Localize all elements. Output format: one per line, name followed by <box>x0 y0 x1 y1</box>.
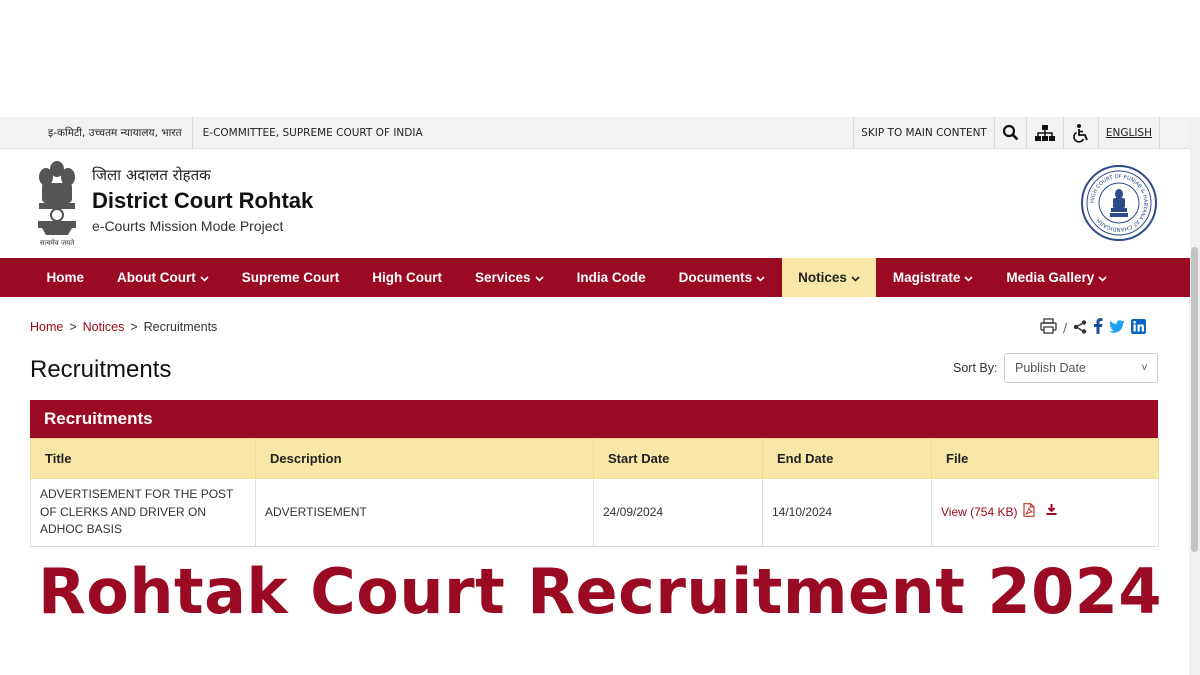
share-icon[interactable] <box>1073 319 1087 338</box>
twitter-icon[interactable] <box>1109 319 1125 338</box>
sitemap-icon[interactable] <box>1027 117 1063 148</box>
column-header-description: Description <box>255 438 594 479</box>
emblem-motto: सत्यमेव जयते <box>40 238 75 247</box>
nav-item-label: About Court <box>117 270 196 285</box>
share-separator: / <box>1063 321 1068 335</box>
linkedin-icon[interactable] <box>1131 318 1147 338</box>
ecommittee-hindi-link[interactable]: इ-कमिटी, उच्चतम न्यायालय, भारत <box>38 117 192 148</box>
nav-item-supreme-court[interactable]: Supreme Court <box>225 258 356 297</box>
nav-item-label: Supreme Court <box>241 270 340 285</box>
share-toolbar: / <box>1040 318 1147 338</box>
page-title: Recruitments <box>30 356 172 383</box>
view-file-link[interactable]: View (754 KB) <box>941 502 1036 522</box>
recruitments-panel-title: Recruitments <box>30 400 1158 438</box>
accessibility-icon[interactable] <box>1064 117 1098 148</box>
nav-item-label: Magistrate <box>892 270 961 285</box>
cell-description: ADVERTISEMENT <box>255 478 594 547</box>
pdf-icon <box>1023 502 1036 522</box>
site-title-hindi: जिला अदालत रोहतक <box>92 166 211 184</box>
nav-item-high-court[interactable]: High Court <box>356 258 459 297</box>
nav-item-media-gallery[interactable]: Media Gallery <box>990 258 1124 297</box>
scrollbar-thumb[interactable] <box>1191 247 1198 552</box>
site-title: District Court Rohtak <box>92 188 314 213</box>
chevron-down-icon: v <box>1142 362 1147 373</box>
column-header-end-date: End Date <box>762 438 932 479</box>
chevron-down-icon <box>851 270 860 285</box>
recruitments-panel: Recruitments Title Description Start Dat… <box>30 400 1159 547</box>
top-utility-bar: इ-कमिटी, उच्चतम न्यायालय, भारत E-COMMITT… <box>0 117 1200 149</box>
table-row: ADVERTISEMENT FOR THE POST OF CLERKS AND… <box>30 478 1159 547</box>
breadcrumb: Home > Notices > Recruitments <box>30 320 217 334</box>
column-header-title: Title <box>30 438 256 479</box>
search-icon[interactable] <box>995 117 1026 148</box>
nav-item-about-court[interactable]: About Court <box>101 258 226 297</box>
nav-item-label: Home <box>46 270 85 285</box>
nav-item-home[interactable]: Home <box>30 258 101 297</box>
table-header-row: Title Description Start Date End Date Fi… <box>30 438 1159 479</box>
nav-item-label: Media Gallery <box>1006 270 1095 285</box>
nav-item-label: Notices <box>798 270 847 285</box>
divider <box>1159 117 1160 148</box>
sort-select[interactable]: Publish Date v <box>1004 353 1158 383</box>
ecommittee-link[interactable]: E-COMMITTEE, SUPREME COURT OF INDIA <box>193 117 433 148</box>
breadcrumb-home[interactable]: Home <box>30 320 63 334</box>
chevron-down-icon <box>756 270 765 285</box>
language-link[interactable]: ENGLISH <box>1099 117 1159 148</box>
chevron-down-icon <box>535 270 544 285</box>
column-header-start-date: Start Date <box>593 438 763 479</box>
nav-item-notices[interactable]: Notices <box>781 258 877 297</box>
cell-end-date: 14/10/2024 <box>762 478 932 547</box>
download-icon[interactable] <box>1045 503 1058 521</box>
chevron-down-icon <box>1098 270 1107 285</box>
nav-item-label: Documents <box>678 270 753 285</box>
cell-title: ADVERTISEMENT FOR THE POST OF CLERKS AND… <box>30 478 256 547</box>
brand-block[interactable]: जिला अदालत रोहतक District Court Rohtak e… <box>92 165 313 234</box>
facebook-icon[interactable] <box>1093 318 1103 338</box>
view-file-label: View (754 KB) <box>941 504 1018 519</box>
site-header: सत्यमेव जयते जिला अदालत रोहतक District C… <box>0 149 1190 257</box>
national-emblem-logo[interactable]: सत्यमेव जयते <box>30 157 84 247</box>
sort-selected-value: Publish Date <box>1015 361 1086 375</box>
nav-item-india-code[interactable]: India Code <box>560 258 662 297</box>
breadcrumb-notices[interactable]: Notices <box>83 320 125 334</box>
recruitments-table: Title Description Start Date End Date Fi… <box>30 438 1159 547</box>
breadcrumb-separator: > <box>130 320 138 334</box>
high-court-seal-logo: HIGH COURT OF PUNJAB & HARYANA AT CHANDI… <box>1080 164 1158 242</box>
chevron-down-icon <box>200 270 209 285</box>
breadcrumb-separator: > <box>69 320 77 334</box>
sort-label: Sort By: <box>953 361 998 375</box>
column-header-file: File <box>931 438 1159 479</box>
breadcrumb-current: Recruitments <box>143 320 218 334</box>
nav-item-magistrate[interactable]: Magistrate <box>876 258 990 297</box>
nav-item-documents[interactable]: Documents <box>662 258 782 297</box>
main-nav: Home About Court Supreme Court High Court Se… <box>0 258 1190 297</box>
nav-item-label: Services <box>475 270 531 285</box>
print-icon[interactable] <box>1040 318 1057 338</box>
nav-item-services[interactable]: Services <box>459 258 561 297</box>
chevron-down-icon <box>964 270 973 285</box>
banner-title: Rohtak Court Recruitment 2024 <box>37 555 1163 628</box>
nav-item-label: India Code <box>576 270 646 285</box>
skip-to-main-link[interactable]: SKIP TO MAIN CONTENT <box>854 117 994 148</box>
cell-start-date: 24/09/2024 <box>593 478 763 547</box>
nav-item-label: High Court <box>372 270 443 285</box>
cell-file: View (754 KB) <box>931 478 1159 547</box>
site-subtitle: e-Courts Mission Mode Project <box>92 218 284 234</box>
